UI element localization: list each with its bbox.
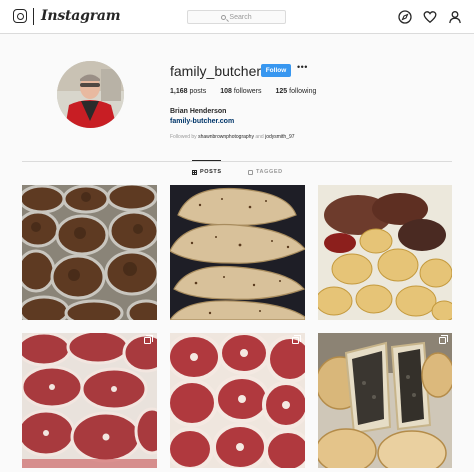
posts-stat: 1,168 posts <box>170 88 206 95</box>
profile-username: family_butcher1 <box>170 63 269 79</box>
active-tab-indicator <box>192 160 221 161</box>
profile-stats: 1,168 posts 108 followers 125 following <box>170 88 316 95</box>
grid-icon <box>192 169 197 175</box>
followed-by-user-2[interactable]: jodysmith_97 <box>265 134 294 140</box>
tab-tagged-label: TAGGED <box>256 169 283 175</box>
tab-posts-label: POSTS <box>200 169 222 175</box>
person-icon[interactable] <box>448 10 462 24</box>
post-thumbnail[interactable] <box>170 333 305 468</box>
instagram-camera-icon[interactable] <box>13 9 27 23</box>
tabs-divider <box>22 161 452 162</box>
followers-label: followers <box>233 88 262 95</box>
search-placeholder: Search <box>229 13 252 21</box>
multiple-photos-icon <box>439 335 448 344</box>
tab-tagged[interactable]: TAGGED <box>248 169 283 175</box>
followed-by-prefix: Followed by <box>170 134 197 140</box>
follow-button[interactable]: Follow <box>261 64 291 77</box>
multiple-photos-icon <box>292 335 301 344</box>
avatar[interactable] <box>57 61 124 128</box>
compass-icon[interactable] <box>398 10 412 24</box>
profile-website-link[interactable]: family-butcher.com <box>170 118 234 125</box>
multiple-photos-icon <box>144 335 153 344</box>
post-thumbnail[interactable] <box>318 333 452 468</box>
post-thumbnail[interactable] <box>22 185 157 320</box>
followed-by-user-1[interactable]: shawnbrownphotography <box>198 134 254 140</box>
followers-stat[interactable]: 108 followers <box>220 88 261 95</box>
post-thumbnail[interactable] <box>318 185 452 320</box>
heart-icon[interactable] <box>423 10 437 24</box>
top-navigation-bar: Instagram Search <box>0 0 474 34</box>
tab-posts[interactable]: POSTS <box>192 169 222 175</box>
post-thumbnail[interactable] <box>170 185 305 320</box>
following-count: 125 <box>275 88 288 95</box>
following-label: following <box>289 88 317 95</box>
followed-by-and: and <box>255 134 264 140</box>
posts-label: posts <box>189 88 207 95</box>
post-thumbnail[interactable] <box>22 333 157 468</box>
search-icon <box>221 14 227 20</box>
following-stat[interactable]: 125 following <box>275 88 316 95</box>
logo-divider <box>33 8 34 25</box>
followed-by-text: Followed by shawnbrownphotography and jo… <box>170 134 295 140</box>
posts-count: 1,168 <box>170 88 188 95</box>
search-input[interactable]: Search <box>187 10 286 24</box>
followers-count: 108 <box>220 88 232 95</box>
profile-full-name: Brian Henderson <box>170 108 227 115</box>
more-options-icon[interactable]: ••• <box>297 62 308 72</box>
instagram-wordmark[interactable]: Instagram <box>41 8 121 24</box>
tagged-icon <box>248 169 253 175</box>
